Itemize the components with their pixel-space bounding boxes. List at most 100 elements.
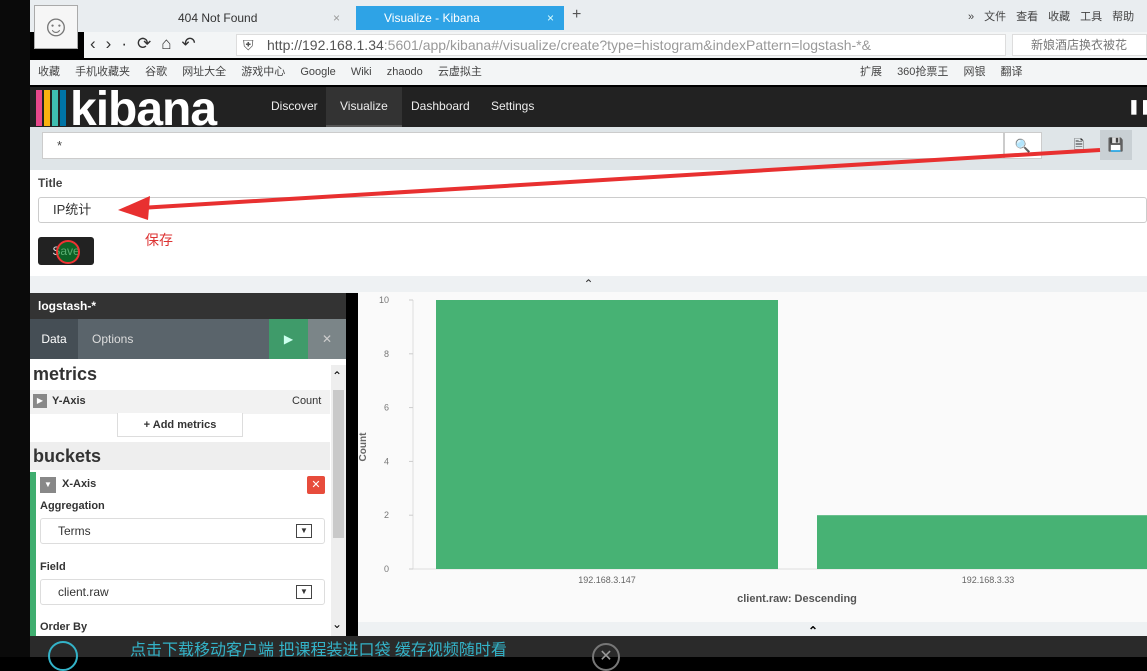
tab-options[interactable]: Options [92,319,133,359]
index-pattern-title: logstash-* [30,293,346,319]
logo-bar [44,90,50,126]
bookmark[interactable]: 翻译 [1001,66,1023,78]
save-panel [30,170,1147,276]
discard-button[interactable]: ✕ [308,319,346,359]
bookmark[interactable]: Google [300,66,335,78]
bookmark[interactable]: 云虚拟主 [438,66,482,78]
close-icon: ✕ [321,332,333,346]
nav-visualize[interactable]: Visualize [326,87,402,127]
tab-visualize[interactable]: Visualize - Kibana × [356,6,564,30]
click-indicator [56,240,80,264]
tab-label: 404 Not Found [178,11,258,25]
user-avatar-icon[interactable]: ☺ [34,5,78,49]
scroll-up-icon[interactable]: ⌃ [332,369,342,383]
bookmark[interactable]: 360抢票王 [897,66,948,78]
y-axis-label: Count [358,432,369,462]
url-input[interactable]: ⛨ http://192.168.1.34:5601/app/kibana#/vi… [236,34,1006,56]
bookmark[interactable]: 网银 [963,66,985,78]
close-banner-icon[interactable]: ✕ [592,643,620,671]
add-metrics-label: Add metrics [152,419,217,431]
x-axis-label: client.raw: Descending [737,593,857,605]
scroll-down-icon[interactable]: ⌄ [332,617,342,631]
chart-area: 0 2 4 6 8 10 192.168.3.147 192.168.3.33 Count c… [358,292,1147,622]
y-axis-agg: Count [292,395,322,407]
download-banner[interactable]: 点击下载移动客户端 把课程装进口袋 缓存视频随时看 [30,636,1147,657]
bookmarks-right: 扩展 360抢票王 网银 翻译 [860,60,1035,85]
url-path: :5601/app/kibana#/visualize/create?type=… [383,37,871,53]
y-tick-label: 0 [384,564,389,574]
y-axis-label: Y-Axis [52,395,86,407]
bookmark[interactable]: Wiki [351,66,372,78]
new-visualization-icon[interactable]: 🗎 [1063,130,1095,160]
x-tick-label: 192.168.3.33 [962,575,1015,585]
menu-help[interactable]: 帮助 [1112,11,1134,23]
annotation-text: 保存 [145,232,173,248]
chevron-down-icon: ▼ [296,524,312,538]
bar[interactable] [817,515,1147,569]
y-tick-label: 8 [384,349,389,359]
nav-buttons-icon[interactable]: ‹›·⟳⌂↶ [90,34,206,54]
save-icon[interactable]: 💾 [1100,130,1132,160]
title-label: Title [38,176,63,190]
shield-icon: ⛨ [243,37,254,53]
y-tick-label: 4 [384,456,389,466]
nav-discover[interactable]: Discover [257,87,332,127]
order-by-label: Order By [40,621,88,633]
banner-text: 点击下载移动客户端 把课程装进口袋 缓存视频随时看 [130,642,507,657]
collapse-icon[interactable]: ▼ [40,477,56,493]
logo-bar [52,90,58,126]
bookmark[interactable]: 网址大全 [182,66,226,78]
menu-file[interactable]: 文件 [984,11,1006,23]
collapse-toggle[interactable]: ⌃ [30,276,1147,293]
bookmark[interactable]: 游戏中心 [241,66,285,78]
logo-bar [60,90,66,126]
remove-bucket-button[interactable]: ✕ [307,476,325,494]
close-icon[interactable]: × [333,6,340,30]
title-input[interactable]: IP统计 [38,197,1147,223]
plus-icon: + [143,419,153,431]
search-placeholder: 新娘酒店换衣被花 [1031,38,1128,52]
add-metrics-button[interactable]: + Add metrics [117,413,243,437]
menu-view[interactable]: 查看 [1016,11,1038,23]
bookmark[interactable]: zhaodo [387,66,423,78]
query-input[interactable]: * [42,132,1004,159]
nav-settings[interactable]: Settings [477,87,548,127]
collapse-sidebar-icon[interactable]: ‹ [347,298,351,312]
expand-icon[interactable]: ▶ [33,394,47,408]
bar[interactable] [436,300,778,569]
url-host: http://192.168.1.34 [267,37,384,53]
tab-data[interactable]: Data [30,319,78,359]
y-tick-label: 6 [384,403,389,413]
menu-favorites[interactable]: 收藏 [1048,11,1070,23]
x-axis-label: X-Axis [62,478,97,490]
search-icon: 🔍 [1014,138,1032,153]
bookmark[interactable]: 收藏 [38,66,60,78]
menu-tools[interactable]: 工具 [1080,11,1102,23]
chevron-down-icon: ▼ [296,585,312,599]
y-tick-label: 10 [379,295,389,305]
browser-search-input[interactable]: 新娘酒店换衣被花 [1012,34,1147,56]
close-icon[interactable]: × [547,6,554,30]
download-icon [48,641,78,671]
scrollbar-thumb[interactable] [333,390,344,538]
bookmark[interactable]: 手机收藏夹 [75,66,130,78]
nav-dashboard[interactable]: Dashboard [397,87,484,127]
tab-404[interactable]: 404 Not Found × [150,6,350,30]
bookmark[interactable]: 扩展 [860,66,882,78]
tab-label: Visualize - Kibana [384,11,480,25]
pause-icon[interactable]: ❚❚ [1128,98,1147,115]
bookmark[interactable]: 谷歌 [145,66,167,78]
aggregation-select[interactable]: Terms ▼ [40,518,325,544]
new-tab-button[interactable]: + [572,6,581,24]
aggregation-value: Terms [58,524,91,538]
screen-border [0,0,30,657]
play-icon: ▶ [283,332,294,346]
logo-bar [36,90,42,126]
x-tick-label: 192.168.3.147 [578,575,636,585]
browser-menu: » 文件 查看 收藏 工具 帮助 [968,11,1135,23]
apply-button[interactable]: ▶ [269,319,308,359]
metrics-heading: metrics [33,364,98,384]
field-select[interactable]: client.raw ▼ [40,579,325,605]
search-button[interactable]: 🔍 [1004,132,1042,159]
bucket-indicator [30,472,36,636]
